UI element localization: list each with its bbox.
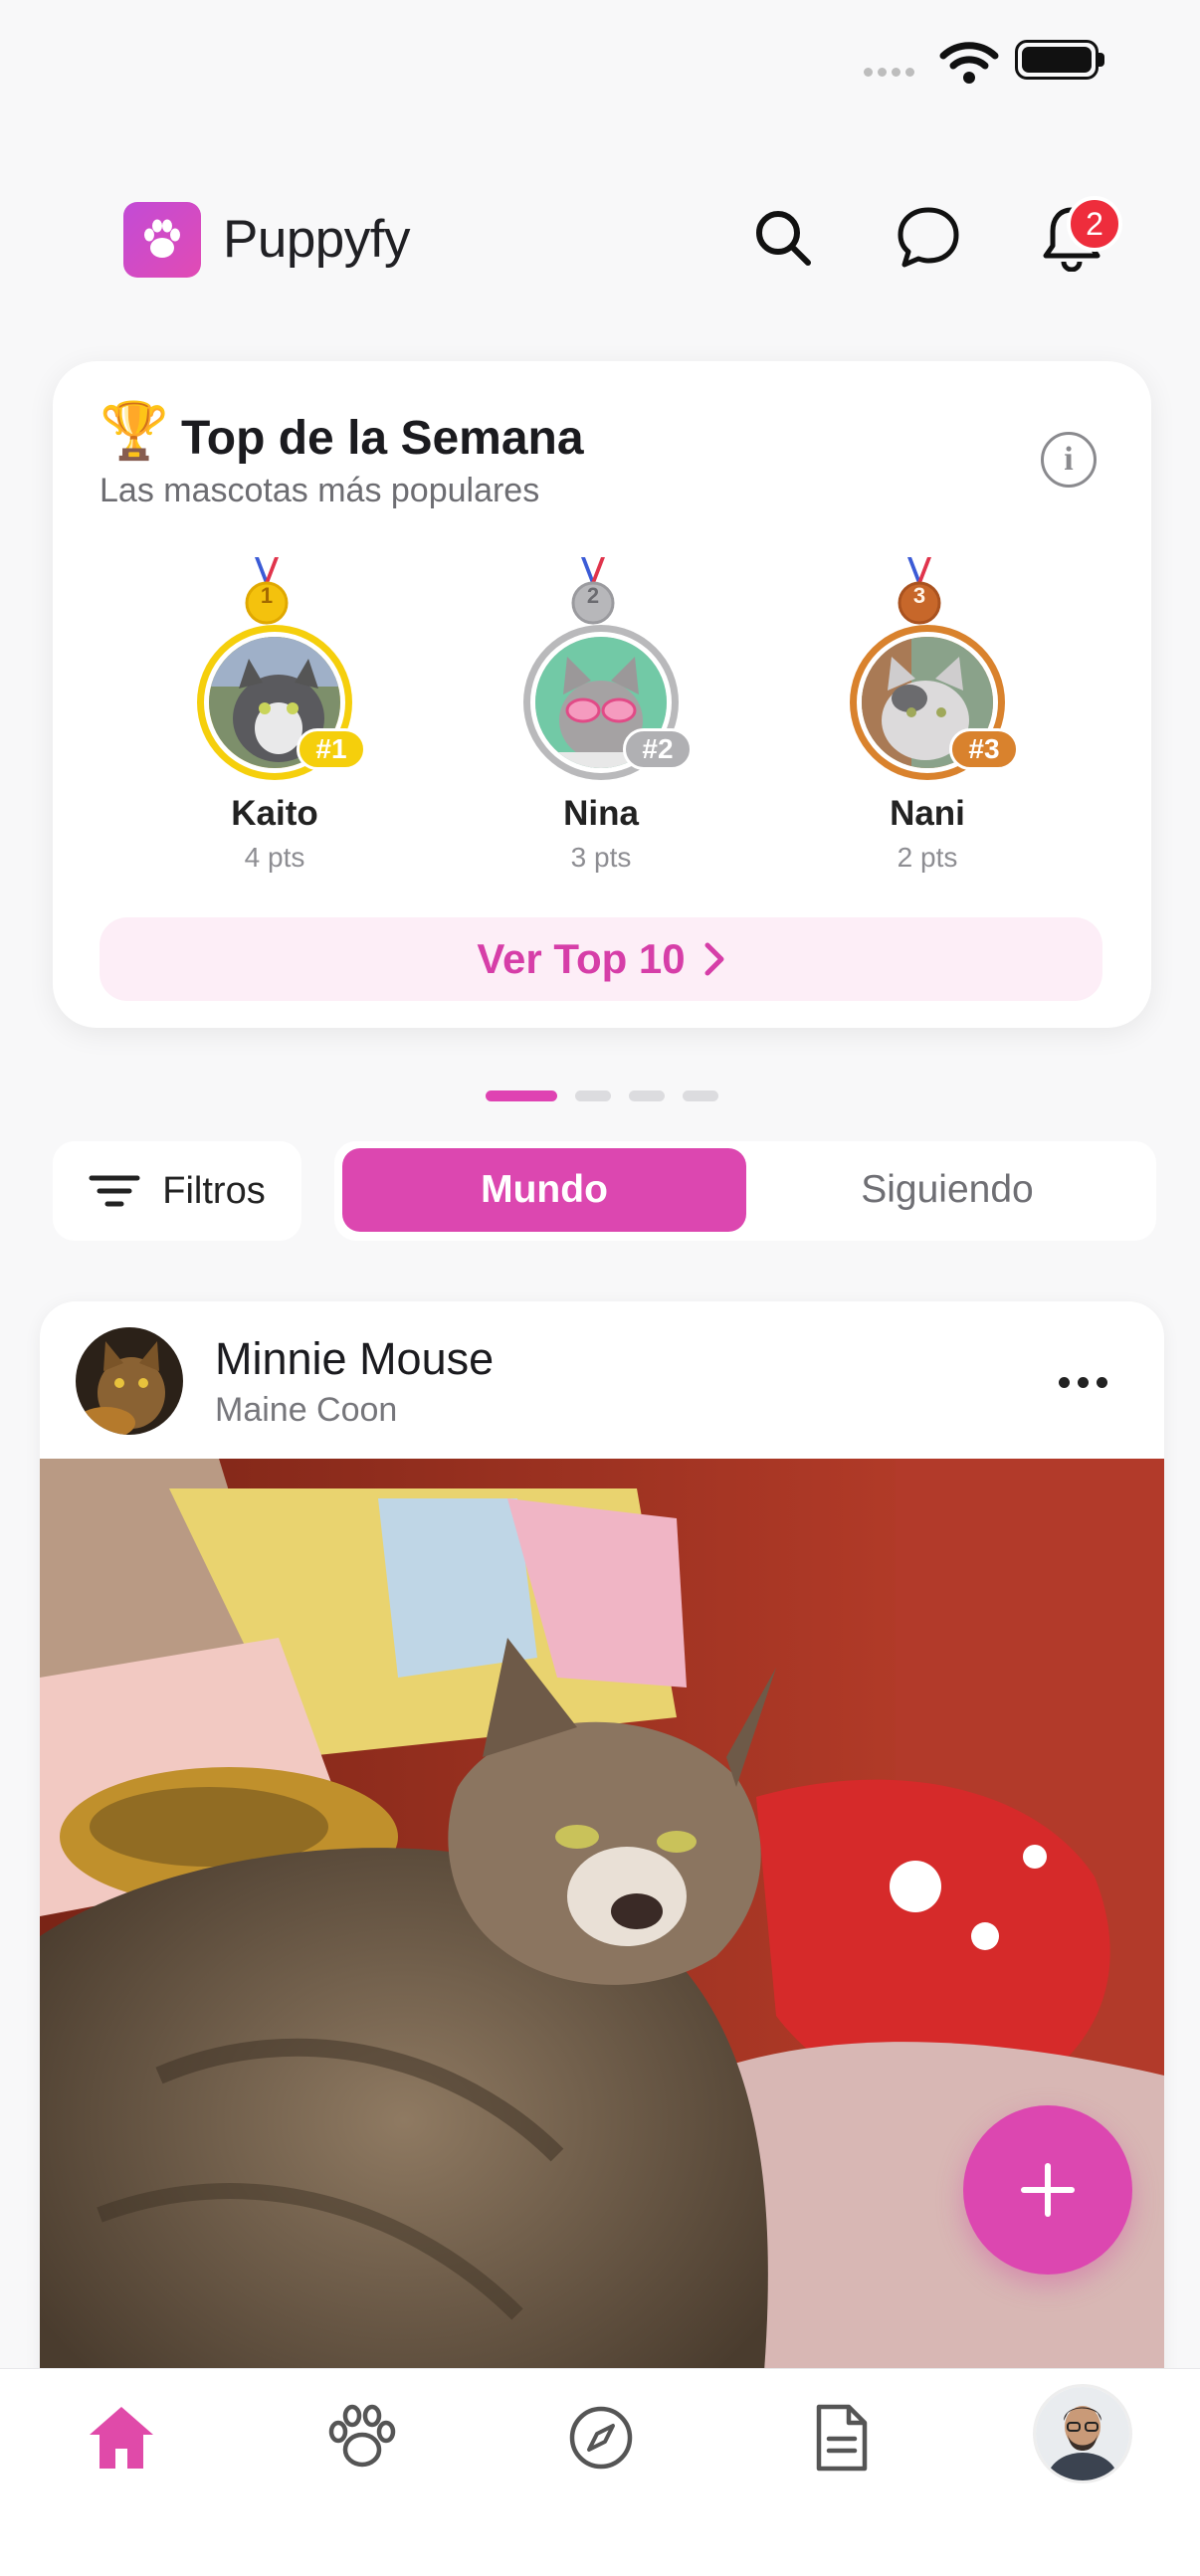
rank-badge: #1 — [297, 728, 366, 770]
carousel-dot[interactable] — [575, 1090, 611, 1101]
app-name: Puppyfy — [223, 210, 411, 269]
pet-name: Nina — [563, 794, 639, 833]
medal-number: 1 — [260, 583, 274, 608]
carousel-dot[interactable] — [683, 1090, 718, 1101]
view-top10-label: Ver Top 10 — [477, 935, 686, 982]
post-author-breed: Maine Coon — [215, 1391, 398, 1429]
top-week-title: Top de la Semana — [181, 412, 584, 465]
rank-badge: #3 — [949, 728, 1019, 770]
paw-icon — [328, 2404, 396, 2468]
post-author-name[interactable]: Minnie Mouse — [215, 1333, 494, 1385]
post-author-avatar[interactable] — [76, 1327, 183, 1435]
home-icon — [90, 2407, 153, 2469]
nav-pets[interactable] — [312, 2388, 412, 2487]
chevron-right-icon — [704, 942, 724, 976]
signal-dots — [864, 68, 914, 77]
nav-profile-avatar[interactable] — [1033, 2384, 1132, 2483]
medal-number: 2 — [586, 583, 600, 608]
carousel-dot[interactable] — [486, 1090, 557, 1101]
pet-name: Nani — [890, 794, 965, 833]
pet-points: 3 pts — [570, 842, 632, 873]
pet-points: 4 pts — [244, 842, 305, 873]
paw-logo-icon — [123, 202, 201, 278]
compass-icon — [569, 2406, 633, 2470]
nav-home[interactable] — [72, 2388, 171, 2487]
battery-cap — [1099, 53, 1104, 67]
create-post-button[interactable] — [963, 2105, 1132, 2275]
carousel-dot[interactable] — [629, 1090, 665, 1101]
trophy-icon: 🏆 — [100, 399, 169, 462]
info-icon[interactable]: i — [1041, 432, 1097, 488]
carousel-indicator[interactable] — [486, 1090, 718, 1101]
more-horizontal-icon[interactable] — [1059, 1377, 1107, 1388]
plus-icon — [1021, 2163, 1075, 2217]
filter-icon — [89, 1175, 140, 1207]
notification-badge: 2 — [1067, 196, 1122, 252]
nav-explore[interactable] — [551, 2388, 651, 2487]
pet-points: 2 pts — [897, 842, 958, 873]
battery-icon — [1015, 40, 1099, 80]
pet-name: Kaito — [231, 794, 318, 833]
filters-label: Filtros — [162, 1169, 266, 1212]
wifi-icon — [939, 42, 999, 84]
tab-mundo[interactable]: Mundo — [342, 1148, 746, 1232]
top-week-subtitle: Las mascotas más populares — [100, 472, 540, 509]
post-photo[interactable] — [40, 1459, 1164, 2454]
document-icon — [816, 2404, 868, 2472]
filters-button[interactable]: Filtros — [53, 1141, 301, 1241]
chat-bubble-icon[interactable] — [892, 201, 965, 275]
search-icon[interactable] — [746, 201, 820, 275]
rank-badge: #2 — [623, 728, 693, 770]
nav-documents[interactable] — [792, 2388, 892, 2487]
view-top10-button[interactable]: Ver Top 10 — [100, 917, 1102, 1001]
tab-siguiendo[interactable]: Siguiendo — [746, 1148, 1148, 1232]
medal-number: 3 — [912, 583, 926, 608]
